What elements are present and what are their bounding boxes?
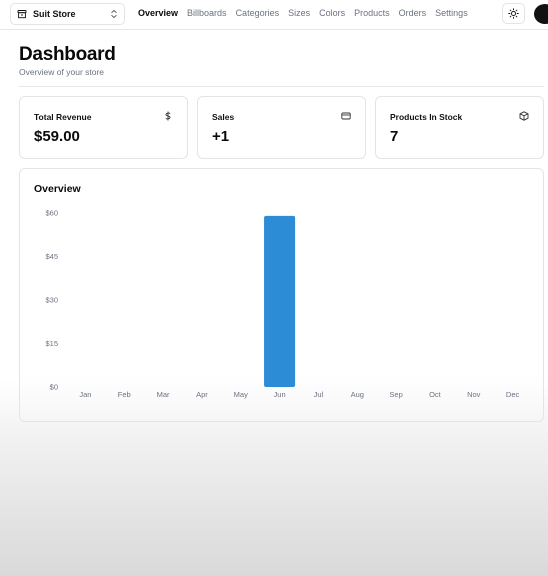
store-switcher[interactable]: Suit Store bbox=[10, 3, 125, 25]
y-tick-label: $15 bbox=[45, 339, 58, 348]
x-tick-label: Feb bbox=[118, 390, 131, 399]
x-tick-label: Jul bbox=[314, 390, 324, 399]
x-tick-label: Jun bbox=[274, 390, 286, 399]
y-tick-label: $30 bbox=[45, 296, 58, 305]
theme-toggle-button[interactable] bbox=[502, 3, 525, 24]
nav-link-overview[interactable]: Overview bbox=[138, 8, 178, 18]
x-tick-label: May bbox=[234, 390, 248, 399]
user-avatar[interactable] bbox=[534, 4, 548, 24]
stat-label: Products In Stock bbox=[390, 112, 463, 122]
nav-link-categories[interactable]: Categories bbox=[236, 8, 280, 18]
nav-link-products[interactable]: Products bbox=[354, 8, 390, 18]
total-revenue-card: Total Revenue $59.00 bbox=[19, 96, 188, 159]
stat-value: +1 bbox=[212, 128, 230, 145]
nav-link-settings[interactable]: Settings bbox=[435, 8, 468, 18]
page-subtitle: Overview of your store bbox=[19, 67, 105, 77]
store-icon bbox=[17, 9, 27, 19]
credit-card-icon bbox=[341, 111, 351, 121]
x-tick-label: Oct bbox=[429, 390, 442, 399]
x-tick-label: Apr bbox=[196, 390, 208, 399]
x-tick-label: Mar bbox=[157, 390, 170, 399]
page-title: Dashboard bbox=[19, 44, 116, 65]
sales-card: Sales +1 bbox=[197, 96, 366, 159]
overview-bar-chart: $0 $15 $30 $45 $60 Jan Feb Mar Apr May Jun Jul Aug Se… bbox=[45, 209, 520, 400]
stat-value: 7 bbox=[390, 128, 399, 145]
sun-icon bbox=[508, 8, 519, 19]
overview-card: Overview $0 $15 $30 $45 $60 Jan Feb Mar Apr May Ju… bbox=[19, 168, 544, 422]
chevron-up-down-icon bbox=[110, 9, 118, 19]
package-icon bbox=[519, 111, 529, 121]
x-tick-label: Jan bbox=[79, 390, 91, 399]
nav-link-sizes[interactable]: Sizes bbox=[288, 8, 310, 18]
top-navbar: Suit Store Overview Billboards Categorie… bbox=[0, 0, 548, 30]
stat-label: Total Revenue bbox=[34, 112, 92, 122]
y-tick-label: $0 bbox=[50, 383, 58, 392]
products-in-stock-card: Products In Stock 7 bbox=[375, 96, 544, 159]
chart-bar bbox=[264, 215, 296, 387]
header-divider bbox=[19, 86, 544, 87]
nav-link-billboards[interactable]: Billboards bbox=[187, 8, 227, 18]
y-tick-label: $45 bbox=[45, 252, 58, 261]
stat-value: $59.00 bbox=[34, 128, 80, 145]
nav-link-orders[interactable]: Orders bbox=[399, 8, 427, 18]
y-tick-label: $60 bbox=[45, 209, 58, 218]
x-tick-label: Sep bbox=[389, 390, 402, 399]
stat-label: Sales bbox=[212, 112, 235, 122]
x-tick-label: Nov bbox=[467, 390, 481, 399]
x-tick-label: Dec bbox=[506, 390, 520, 399]
x-tick-label: Aug bbox=[351, 390, 364, 399]
nav-link-colors[interactable]: Colors bbox=[319, 8, 345, 18]
store-name: Suit Store bbox=[33, 9, 76, 19]
dollar-icon bbox=[163, 111, 173, 121]
main-nav: Overview Billboards Categories Sizes Col… bbox=[138, 8, 468, 18]
